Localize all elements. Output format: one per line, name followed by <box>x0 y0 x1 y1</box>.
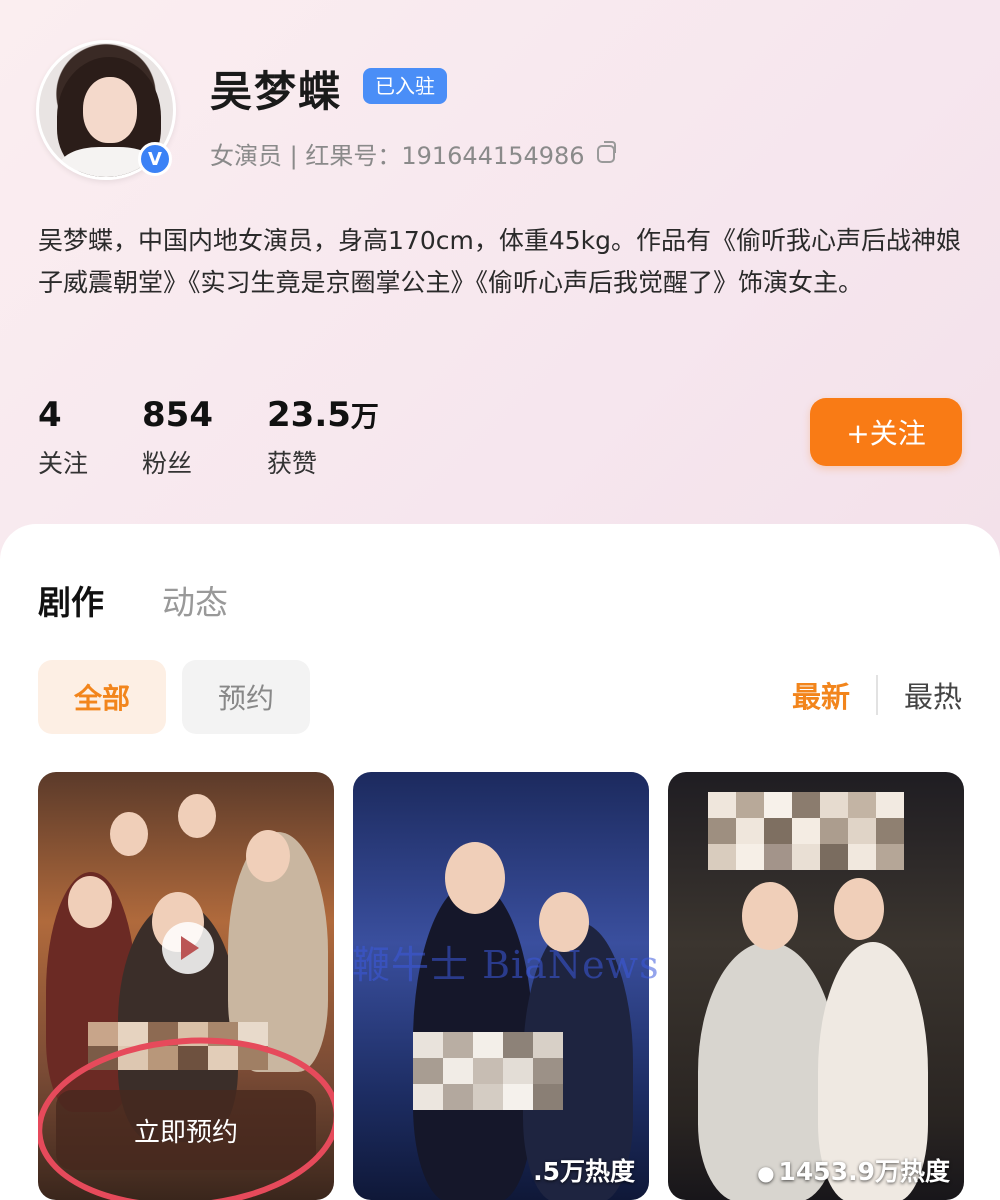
avatar-wrap[interactable]: V <box>36 40 176 180</box>
pixelated-title <box>708 792 904 870</box>
stat-label: 粉丝 <box>142 449 193 478</box>
heat-label: .5万热度 <box>533 1157 635 1186</box>
stat-unit: 万 <box>350 400 379 433</box>
poster-face <box>742 882 798 950</box>
stat-label: 获赞 <box>267 449 318 478</box>
stat-value: 854 <box>142 394 213 438</box>
settled-badge: 已入驻 <box>363 68 447 104</box>
stat-value: 4 <box>38 394 88 438</box>
stat-number: 854 <box>142 395 213 435</box>
stats-row: 4 关注 854 粉丝 23.5万 获赞 <box>38 394 433 480</box>
poster-face <box>834 878 884 940</box>
flame-icon: ● <box>757 1161 775 1185</box>
verified-icon: V <box>138 142 172 176</box>
poster-card-3[interactable]: ● 1453.9万热度 <box>668 772 964 1200</box>
filter-reserve[interactable]: 预约 <box>182 660 310 734</box>
poster-card-1[interactable]: 立即预约 <box>38 772 334 1200</box>
profile-subtitle-text: 女演员 | 红果号：191644154986 <box>210 142 585 170</box>
poster-face <box>110 812 148 856</box>
copy-icon[interactable] <box>596 140 616 163</box>
stat-fans[interactable]: 854 粉丝 <box>142 394 213 480</box>
filter-all[interactable]: 全部 <box>38 660 166 734</box>
stat-label: 关注 <box>38 449 89 478</box>
follow-button[interactable]: +关注 <box>810 398 962 466</box>
poster-face <box>68 876 112 928</box>
tab-works[interactable]: 剧作 <box>38 576 104 624</box>
content-panel: 剧作 动态 全部 预约 最新 最热 立即预约 .5万热度 ● 1453.9万热度 <box>0 524 1000 1200</box>
tab-activity[interactable]: 动态 <box>162 576 228 624</box>
stat-number: 4 <box>38 395 62 435</box>
heat-value: 1453.9万热度 <box>778 1157 950 1186</box>
filter-chips: 全部 预约 <box>38 660 310 734</box>
avatar-face <box>83 77 137 143</box>
sort-hottest[interactable]: 最热 <box>904 674 962 716</box>
poster-face <box>246 830 290 882</box>
sort-toggle: 最新 最热 <box>792 674 962 716</box>
stat-number: 23.5 <box>267 395 351 435</box>
profile-subtitle: 女演员 | 红果号：191644154986 <box>210 136 616 171</box>
poster-face <box>178 794 216 838</box>
profile-name: 吴梦蝶 <box>210 67 343 116</box>
tab-bar: 剧作 动态 <box>38 576 228 624</box>
poster-face <box>445 842 505 914</box>
pixelated-title <box>413 1032 563 1110</box>
sort-newest[interactable]: 最新 <box>792 674 850 716</box>
watermark: 鞭牛士 BiaNews <box>352 943 660 987</box>
stat-value: 23.5万 <box>267 394 379 438</box>
play-icon[interactable] <box>162 922 214 974</box>
profile-bio: 吴梦蝶，中国内地女演员，身高170cm，体重45kg。作品有《偷听我心声后战神娘… <box>38 226 961 297</box>
heat-label: ● 1453.9万热度 <box>757 1152 950 1188</box>
stat-following[interactable]: 4 关注 <box>38 394 88 480</box>
sort-divider <box>875 675 878 715</box>
stat-likes[interactable]: 23.5万 获赞 <box>267 394 379 480</box>
